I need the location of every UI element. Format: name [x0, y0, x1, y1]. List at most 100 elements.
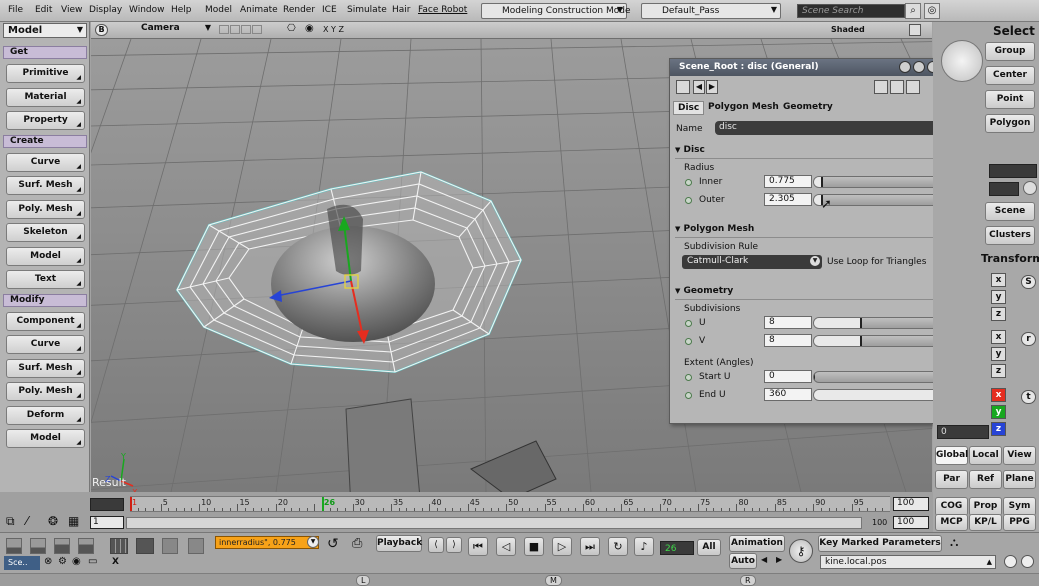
- construction-mode-dropdown[interactable]: Modeling Construction Mode ▼: [481, 3, 631, 19]
- start-u-field[interactable]: 0: [764, 370, 812, 383]
- create-surf-mesh-button[interactable]: Surf. Mesh ◢: [6, 176, 85, 195]
- get-property-button[interactable]: Property ◢: [6, 111, 85, 130]
- layout-icon[interactable]: [162, 538, 178, 554]
- modify-deform-button[interactable]: Deform ◢: [6, 406, 85, 425]
- slider-handle[interactable]: [820, 177, 823, 187]
- rotate-y-toggle[interactable]: y: [991, 347, 1006, 361]
- scene-button[interactable]: Scene: [985, 202, 1035, 221]
- explorer-icon[interactable]: ◉: [72, 556, 81, 567]
- audio-icon[interactable]: ♪: [634, 537, 654, 556]
- section-modify-header[interactable]: Modify: [3, 294, 87, 307]
- menu-face-robot[interactable]: Face Robot: [418, 5, 467, 15]
- go-to-end-icon[interactable]: ⏭: [580, 537, 600, 556]
- prev-key-icon[interactable]: ⟨: [428, 537, 444, 553]
- menu-edit[interactable]: Edit: [35, 5, 52, 15]
- get-material-button[interactable]: Material ◢: [6, 88, 85, 107]
- search-icon[interactable]: ⌕: [905, 3, 921, 19]
- select-point-button[interactable]: Point: [985, 90, 1035, 109]
- stop-icon[interactable]: ■: [524, 537, 544, 556]
- key-marked-parameters-button[interactable]: Key Marked Parameters: [818, 535, 942, 552]
- animation-button[interactable]: Animation: [729, 535, 785, 552]
- scale-key-button[interactable]: S: [1021, 275, 1036, 289]
- select-polygon-button[interactable]: Polygon: [985, 114, 1035, 133]
- load-preset-icon[interactable]: [890, 80, 904, 94]
- toolbar-slot-icon[interactable]: [230, 25, 240, 34]
- rotate-z-toggle[interactable]: z: [991, 364, 1006, 378]
- explorer-tab[interactable]: Sce..: [4, 556, 40, 570]
- toolbar-mode-dropdown[interactable]: Model ▼: [3, 23, 87, 38]
- lock-icon[interactable]: [899, 61, 911, 73]
- toolbar-slot-icon[interactable]: [252, 25, 262, 34]
- menu-render[interactable]: Render: [283, 5, 315, 15]
- timeline-ruler[interactable]: 1 5 10 15 20 26 30 35 40 45 50 55 60 65 70 75 80 85 90 95: [130, 496, 890, 512]
- animation-dot-icon[interactable]: [685, 320, 692, 327]
- translate-key-button[interactable]: t: [1021, 390, 1036, 404]
- par-button[interactable]: Par: [935, 470, 968, 489]
- auto-key-button[interactable]: Auto: [729, 553, 757, 569]
- section-create-header[interactable]: Create: [3, 135, 87, 148]
- toolbar-slot-icon[interactable]: [241, 25, 251, 34]
- v-subdivisions-field[interactable]: 8: [764, 334, 812, 347]
- forward-arrow-icon[interactable]: ▶: [706, 80, 718, 94]
- next-key-icon[interactable]: ⟩: [446, 537, 462, 553]
- animation-dot-icon[interactable]: [685, 392, 692, 399]
- clusters-button[interactable]: Clusters: [985, 226, 1035, 245]
- display-mode-label[interactable]: Shaded: [831, 25, 865, 34]
- key-icon[interactable]: [874, 80, 888, 94]
- translate-y-toggle[interactable]: y: [991, 405, 1006, 419]
- animation-dot-icon[interactable]: [685, 197, 692, 204]
- ppg-button[interactable]: PPG: [1003, 514, 1036, 531]
- explorer-icon[interactable]: ⚙: [58, 556, 67, 567]
- menu-help[interactable]: Help: [171, 5, 192, 15]
- step-back-icon[interactable]: ◁: [496, 537, 516, 556]
- scale-x-toggle[interactable]: x: [991, 273, 1006, 287]
- eye-icon[interactable]: ◉: [305, 23, 314, 34]
- menu-model[interactable]: Model: [205, 5, 232, 15]
- search-options-icon[interactable]: ◎: [924, 3, 940, 19]
- loop-icon[interactable]: ↻: [608, 537, 628, 556]
- menu-display[interactable]: Display: [89, 5, 122, 15]
- brush-icon[interactable]: ⁄: [26, 514, 28, 528]
- camera-dropdown[interactable]: Camera ▼: [113, 23, 213, 37]
- key-button[interactable]: ⚷: [789, 539, 813, 563]
- explorer-close-icon[interactable]: X: [112, 557, 119, 567]
- get-primitive-button[interactable]: Primitive ◢: [6, 64, 85, 83]
- modify-surf-mesh-button[interactable]: Surf. Mesh ◢: [6, 359, 85, 378]
- modify-component-button[interactable]: Component ◢: [6, 312, 85, 331]
- layout-icon[interactable]: [78, 538, 94, 554]
- menu-file[interactable]: File: [8, 5, 23, 15]
- end-u-field[interactable]: 360: [764, 388, 812, 401]
- viewport-axes[interactable]: X Y Z: [323, 25, 344, 34]
- explorer-icon[interactable]: ⊗: [44, 556, 52, 567]
- select-arrow-button[interactable]: [941, 40, 983, 82]
- snap-icon[interactable]: ⧉: [6, 514, 15, 529]
- tab-disc[interactable]: Disc: [673, 101, 705, 115]
- scale-y-toggle[interactable]: y: [991, 290, 1006, 304]
- menu-window[interactable]: Window: [129, 5, 165, 15]
- slider-handle[interactable]: [860, 318, 863, 328]
- parameter-set-icon[interactable]: ⛬: [950, 535, 958, 550]
- range-start-field[interactable]: 1: [90, 516, 124, 529]
- ref-button[interactable]: Ref: [969, 470, 1002, 489]
- view-button[interactable]: View: [1003, 446, 1036, 465]
- modify-curve-button[interactable]: Curve ◢: [6, 335, 85, 354]
- section-get-header[interactable]: Get: [3, 46, 87, 59]
- rotate-key-button[interactable]: r: [1021, 332, 1036, 346]
- inner-field[interactable]: 0.775: [764, 175, 812, 188]
- animation-dot-icon[interactable]: [685, 338, 692, 345]
- layout-grid-icon[interactable]: [110, 538, 128, 554]
- viewport-letter[interactable]: B: [95, 24, 108, 36]
- global-button[interactable]: Global: [935, 446, 968, 465]
- back-arrow-icon[interactable]: ◀: [693, 80, 705, 94]
- modify-model-button[interactable]: Model ◢: [6, 429, 85, 448]
- create-model-button[interactable]: Model ◢: [6, 247, 85, 266]
- undo-icon[interactable]: ↺: [327, 536, 339, 552]
- scene-search-input[interactable]: Scene Search: [797, 4, 905, 18]
- playback-button[interactable]: Playback: [376, 535, 422, 552]
- translate-x-toggle[interactable]: x: [991, 388, 1006, 402]
- timeline-end-field[interactable]: 100: [893, 497, 929, 511]
- u-subdivisions-field[interactable]: 8: [764, 316, 812, 329]
- options-icon[interactable]: [1021, 555, 1034, 568]
- mcp-button[interactable]: MCP: [935, 514, 968, 531]
- layout-icon[interactable]: [6, 538, 22, 554]
